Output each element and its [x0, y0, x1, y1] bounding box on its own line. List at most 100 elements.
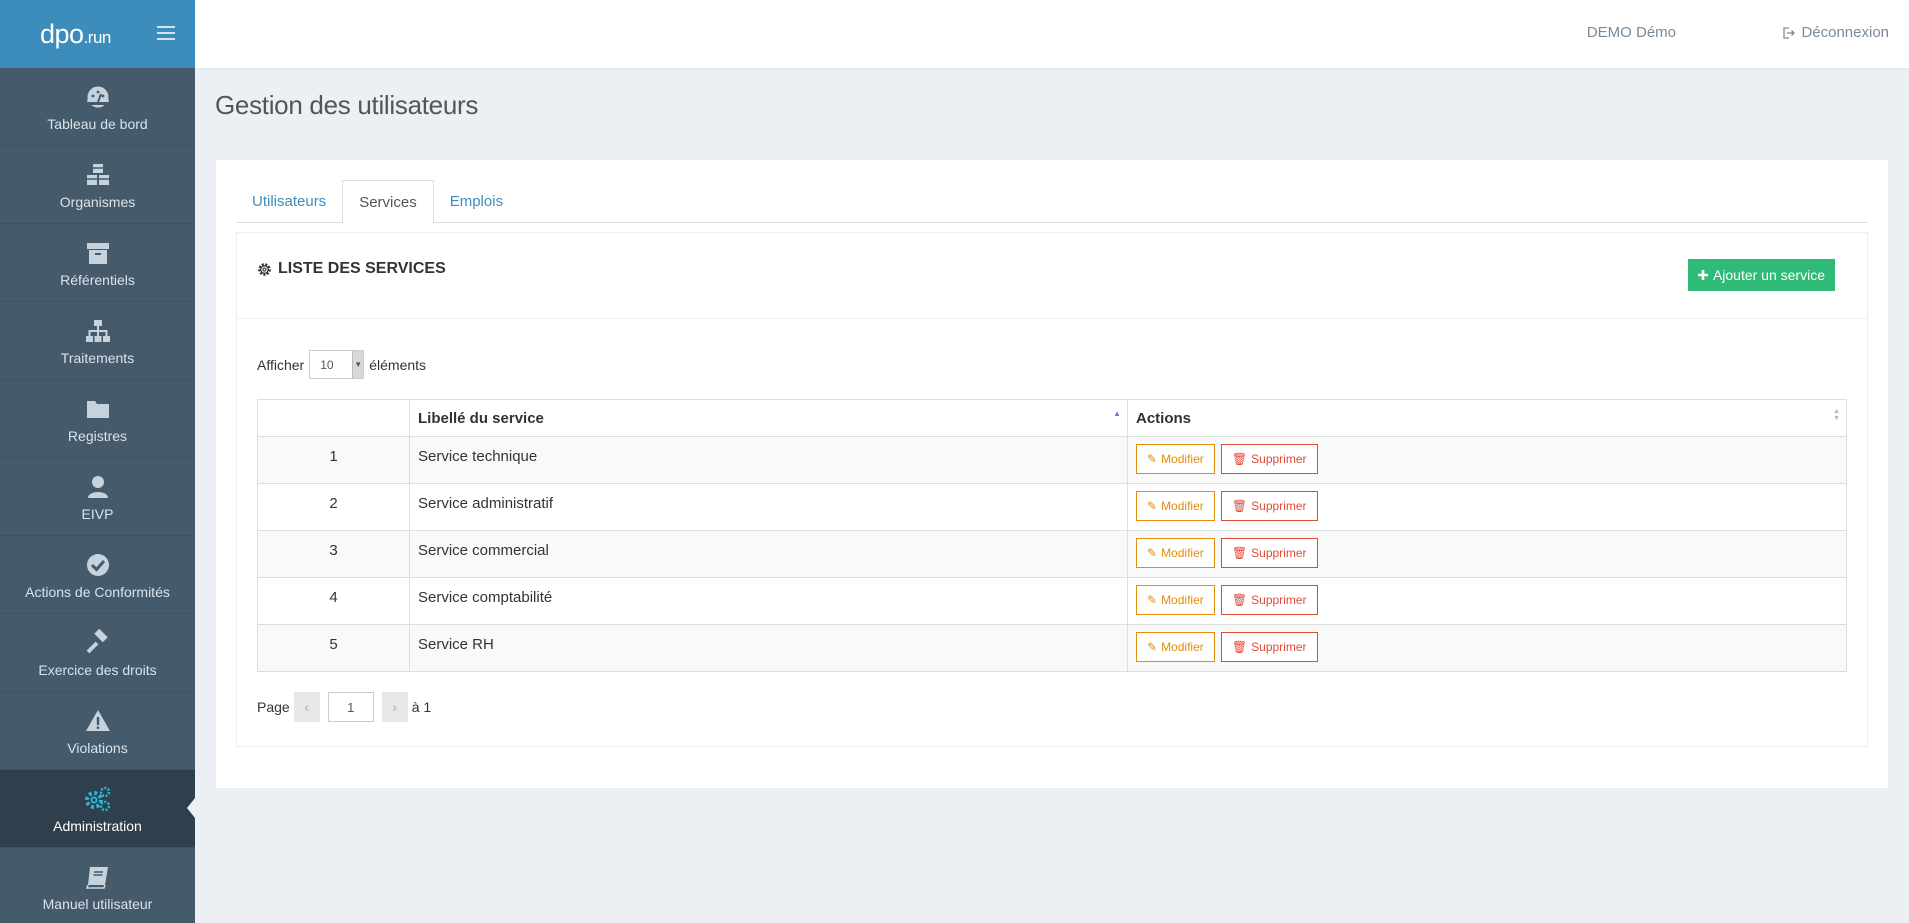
page-title: Gestion des utilisateurs: [215, 90, 479, 120]
service-name: Service commercial: [409, 530, 1128, 578]
sitemap-icon: [85, 320, 110, 342]
service-name: Service comptabilité: [409, 577, 1128, 625]
user-icon: [87, 476, 108, 498]
column-header-index[interactable]: [257, 399, 410, 437]
box-title-text: LISTE DES SERVICES: [278, 260, 446, 277]
sidebar-item-label: Organismes: [59, 194, 136, 210]
service-name: Service administratif: [409, 483, 1128, 531]
add-service-button[interactable]: Ajouter un service: [1687, 259, 1835, 291]
next-page-button[interactable]: ›: [381, 692, 408, 722]
tab-utilisateurs[interactable]: Utilisateurs: [236, 180, 342, 223]
sidebar-item-organismes[interactable]: Organismes: [0, 146, 195, 224]
sidebar-item-exercice-droits[interactable]: Exercice des droits: [0, 614, 195, 692]
box-header: LISTE DES SERVICES Ajouter un service: [237, 233, 1867, 319]
sidebar-item-actions-conformites[interactable]: Actions de Conformités: [0, 536, 195, 614]
row-actions: ✎ Modifier 🗑 Supprimer: [1127, 577, 1847, 625]
edit-icon: ✎: [1147, 499, 1158, 513]
add-service-label: Ajouter un service: [1712, 267, 1825, 283]
check-circle-icon: [86, 554, 109, 576]
pagination-label: Page: [257, 699, 290, 715]
dashboard-icon: [86, 86, 109, 108]
gavel-icon: [86, 629, 108, 654]
tab-bar: Utilisateurs Services Emplois: [236, 180, 1868, 224]
sort-asc-icon: ▲: [1113, 409, 1121, 418]
edit-button[interactable]: ✎ Modifier: [1136, 444, 1215, 474]
cubes-icon: [86, 164, 109, 185]
prev-page-button[interactable]: ‹: [293, 692, 320, 722]
length-label-after: éléments: [369, 356, 427, 373]
row-index: 1: [257, 436, 410, 484]
column-header-actions[interactable]: Actions ▲ ▼: [1127, 399, 1847, 437]
trash-icon: 🗑: [1231, 499, 1248, 513]
tab-services[interactable]: Services: [342, 180, 434, 224]
logout-label: Déconnexion: [1801, 24, 1889, 41]
archive-icon: [86, 243, 109, 264]
services-table: Libellé du service ▲ Actions ▲ ▼ 1 Service …: [257, 399, 1847, 672]
column-header-label: Actions: [1136, 409, 1192, 427]
warning-icon: [85, 710, 110, 731]
edit-icon: ✎: [1147, 640, 1158, 654]
gear-icon: [258, 262, 271, 276]
sidebar-item-registres[interactable]: Registres: [0, 380, 195, 458]
sidebar-item-manuel[interactable]: Manuel utilisateur: [0, 848, 195, 923]
row-index: 2: [257, 483, 410, 531]
sort-icon: ▲ ▼: [1833, 408, 1840, 422]
edit-button[interactable]: ✎ Modifier: [1136, 538, 1215, 568]
page-number-input[interactable]: 1: [327, 692, 374, 722]
pagination: Page ‹ 1 › à 1: [257, 692, 431, 722]
table-row: 5 Service RH ✎ Modifier 🗑 Supprimer: [257, 624, 1847, 672]
app-logo[interactable]: dpo.run: [40, 19, 111, 50]
sidebar-item-violations[interactable]: Violations: [0, 692, 195, 770]
sidebar: Tableau de bord Organismes Référentiels …: [0, 68, 195, 923]
sidebar-item-label: Référentiels: [60, 272, 135, 288]
sidebar-item-administration[interactable]: Administration: [0, 770, 195, 848]
edit-button[interactable]: ✎ Modifier: [1136, 632, 1215, 662]
delete-button[interactable]: 🗑 Supprimer: [1220, 632, 1318, 662]
logout-link[interactable]: Déconnexion: [1782, 24, 1889, 41]
logo-suffix: .run: [83, 27, 112, 47]
page-length-select[interactable]: 10 ▼: [309, 350, 365, 379]
sidebar-item-label: Exercice des droits: [38, 662, 157, 678]
edit-icon: ✎: [1147, 452, 1158, 466]
row-actions: ✎ Modifier 🗑 Supprimer: [1127, 624, 1847, 672]
logo-main: dpo: [40, 18, 84, 49]
edit-button[interactable]: ✎ Modifier: [1136, 585, 1215, 615]
trash-icon: 🗑: [1231, 546, 1248, 560]
sidebar-item-label: Actions de Conformités: [25, 584, 170, 600]
sign-out-icon: [1783, 26, 1796, 39]
main-panel: Utilisateurs Services Emplois LISTE DES …: [216, 160, 1888, 788]
sidebar-item-dashboard[interactable]: Tableau de bord: [0, 68, 195, 146]
sidebar-item-referentiels[interactable]: Référentiels: [0, 224, 195, 302]
sidebar-item-label: Traitements: [60, 350, 135, 366]
sidebar-item-traitements[interactable]: Traitements: [0, 302, 195, 380]
row-index: 5: [257, 624, 410, 672]
menu-toggle-icon[interactable]: [157, 26, 175, 44]
top-header: DEMO Démo Déconnexion: [195, 0, 1909, 68]
table-row: 3 Service commercial ✎ Modifier 🗑 Supprime…: [257, 530, 1847, 578]
service-name: Service RH: [409, 624, 1128, 672]
column-header-label: Libellé du service: [418, 409, 544, 427]
table-row: 4 Service comptabilité ✎ Modifier 🗑 Suppri…: [257, 577, 1847, 625]
chevron-down-icon: ▼: [352, 351, 364, 378]
edit-icon: ✎: [1147, 593, 1158, 607]
services-box: LISTE DES SERVICES Ajouter un service Af…: [236, 232, 1868, 747]
sidebar-item-label: EIVP: [81, 506, 114, 522]
cogs-icon: [84, 786, 110, 812]
user-menu[interactable]: DEMO Démo: [1587, 24, 1676, 41]
tab-emplois[interactable]: Emplois: [434, 180, 519, 223]
delete-button[interactable]: 🗑 Supprimer: [1220, 585, 1318, 615]
folder-icon: [86, 401, 109, 418]
column-header-libelle[interactable]: Libellé du service ▲: [409, 399, 1128, 437]
page-length-value: 10: [320, 357, 334, 372]
trash-icon: 🗑: [1231, 593, 1248, 607]
edit-button[interactable]: ✎ Modifier: [1136, 491, 1215, 521]
sidebar-item-label: Registres: [67, 428, 128, 444]
delete-button[interactable]: 🗑 Supprimer: [1220, 491, 1318, 521]
sidebar-item-eivp[interactable]: EIVP: [0, 458, 195, 536]
row-index: 3: [257, 530, 410, 578]
delete-button[interactable]: 🗑 Supprimer: [1220, 538, 1318, 568]
row-actions: ✎ Modifier 🗑 Supprimer: [1127, 483, 1847, 531]
pagination-total: à 1: [411, 699, 432, 715]
service-name: Service technique: [409, 436, 1128, 484]
delete-button[interactable]: 🗑 Supprimer: [1220, 444, 1318, 474]
